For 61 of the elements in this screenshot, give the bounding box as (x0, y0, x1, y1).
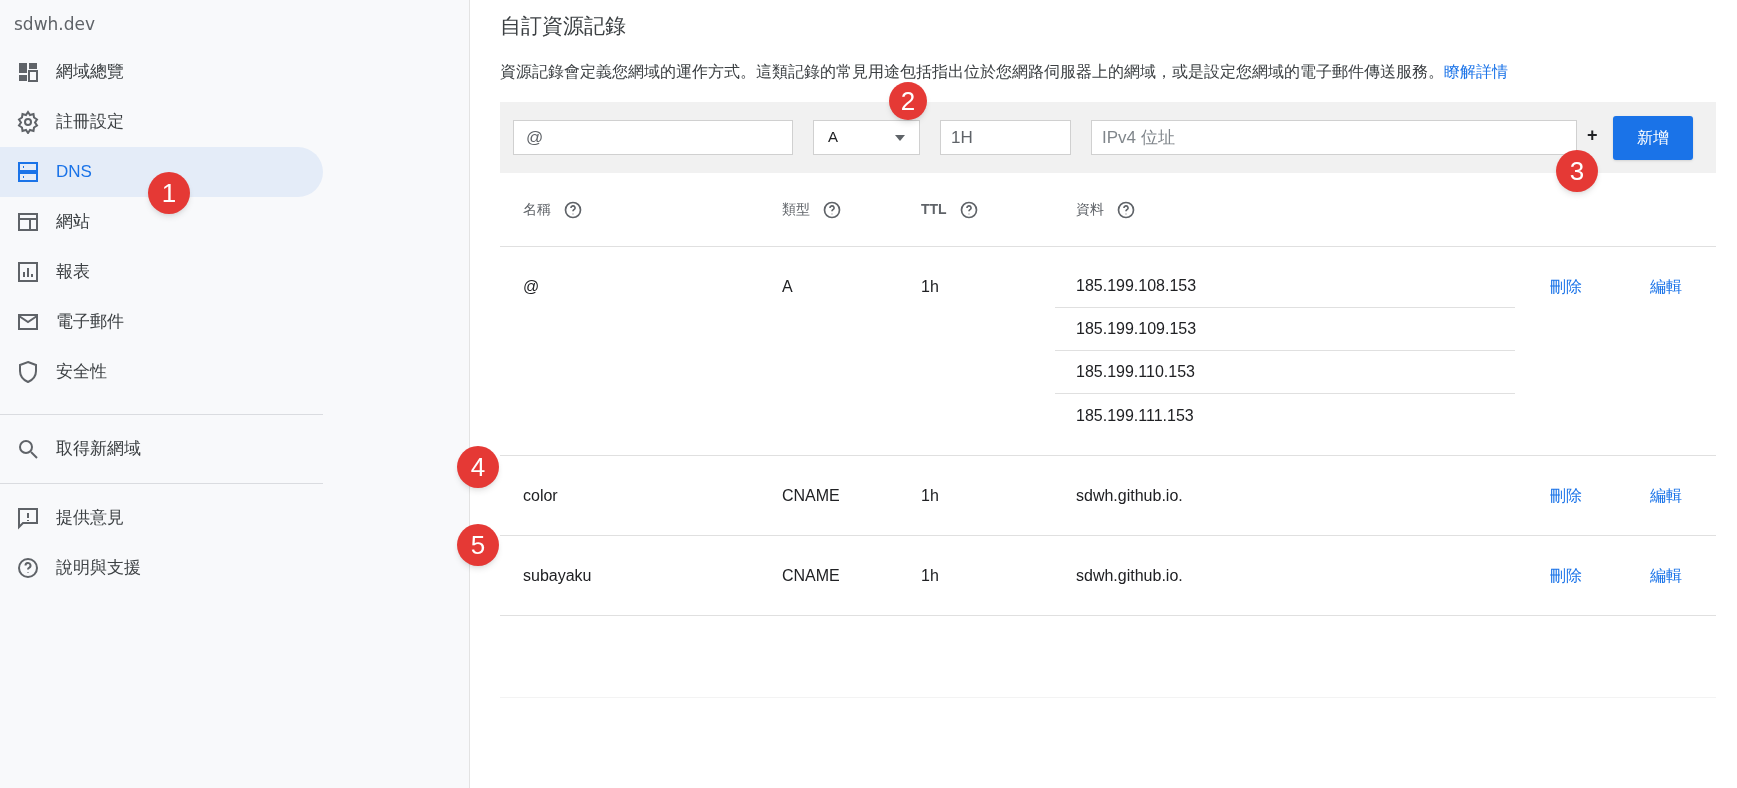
sidebar-item[interactable]: 安全性 (0, 347, 323, 397)
caret-icon (895, 134, 905, 141)
ttl-field[interactable]: 1H (940, 120, 1071, 155)
table-cell-text: A (782, 276, 793, 297)
sidebar-item[interactable]: 網域總覽 (0, 47, 323, 97)
sidebar-item[interactable]: 報表 (0, 247, 323, 297)
domain-name: sdwh.dev (13, 13, 97, 36)
sidebar-item[interactable]: 電子郵件 (0, 297, 323, 347)
delete-link[interactable]: 刪除 (1550, 483, 1582, 508)
table-cell-text: 185.199.110.153 (1076, 362, 1195, 382)
search-icon (16, 437, 40, 461)
name-field[interactable]: @ (513, 120, 793, 155)
table-cell-text: 185.199.111.153 (1076, 405, 1194, 426)
sidebar-item[interactable]: 說明與支援 (0, 543, 323, 593)
column-header: 類型 (782, 200, 810, 219)
delete-link[interactable]: 刪除 (1550, 274, 1582, 299)
edit-link[interactable]: 編輯 (1650, 563, 1682, 588)
column-header: TTL (921, 200, 947, 219)
type-dropdown[interactable]: A (813, 120, 920, 155)
shield-icon (16, 360, 40, 384)
help-icon[interactable] (1116, 199, 1136, 220)
plus-sign[interactable]: + (1587, 125, 1598, 144)
table-cell-text: 1h (921, 485, 939, 506)
help-icon (16, 556, 40, 580)
table-cell-text: color (523, 485, 558, 506)
settings-icon (16, 110, 40, 134)
add-button[interactable]: 新增 (1612, 115, 1693, 160)
column-header: 資料 (1076, 200, 1104, 219)
bar-chart-icon (16, 260, 40, 284)
callout-badge: 2 (889, 82, 927, 120)
delete-link[interactable]: 刪除 (1550, 563, 1582, 588)
table-cell-text: sdwh.github.io. (1076, 565, 1183, 586)
table-cell-text: 185.199.108.153 (1076, 276, 1197, 296)
table-cell-text: @ (523, 276, 540, 297)
page-title: 自訂資源記錄 (500, 13, 627, 39)
edit-link[interactable]: 編輯 (1650, 274, 1682, 299)
callout-badge: 4 (457, 446, 499, 488)
server-icon (16, 160, 40, 184)
table-cell-text: CNAME (782, 565, 840, 586)
help-icon[interactable] (563, 199, 583, 220)
edit-link[interactable]: 編輯 (1650, 483, 1682, 508)
table-cell-text: 185.199.109.153 (1076, 319, 1197, 339)
callout-badge: 3 (1556, 150, 1598, 192)
column-header: 名稱 (523, 200, 551, 219)
table-cell-text: CNAME (782, 485, 840, 506)
table-cell-text: 1h (921, 565, 939, 586)
feedback-icon (16, 506, 40, 530)
table-cell-text: 1h (921, 276, 939, 297)
dashboard-icon (16, 60, 40, 84)
data-field[interactable]: IPv4 位址 (1091, 120, 1577, 155)
table-cell-text: sdwh.github.io. (1076, 485, 1183, 506)
sidebar-item[interactable]: 取得新網域 (0, 424, 323, 474)
learn-more-link[interactable]: 瞭解詳情 (1444, 63, 1508, 80)
sidebar-item[interactable]: 提供意見 (0, 493, 323, 543)
description-text: 資源記錄會定義您網域的運作方式。這類記錄的常見用途包括指出位於您網路伺服器上的網域，或是設定您網域的電子郵件傳送服務。瞭解詳情 (500, 62, 1509, 82)
web-layout-icon (16, 210, 40, 234)
table-cell-text: subayaku (523, 565, 592, 586)
callout-badge: 5 (457, 524, 499, 566)
sidebar-item[interactable]: 註冊設定 (0, 97, 323, 147)
help-icon[interactable] (958, 199, 979, 220)
help-icon[interactable] (822, 199, 842, 220)
